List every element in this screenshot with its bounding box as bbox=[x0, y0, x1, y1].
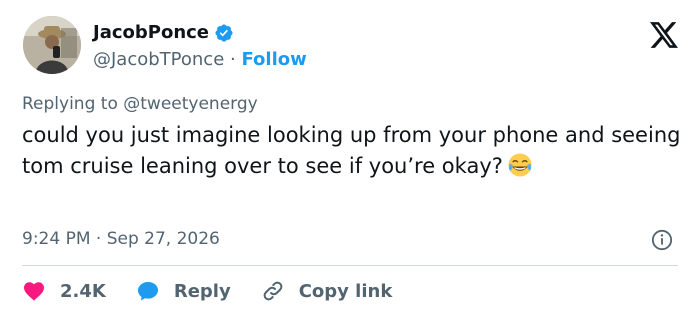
avatar[interactable] bbox=[23, 16, 81, 74]
avatar-photo bbox=[23, 16, 81, 74]
replying-to-line: Replying to @tweetyenergy bbox=[22, 94, 258, 114]
divider bbox=[22, 265, 678, 266]
tweet-date[interactable]: Sep 27, 2026 bbox=[107, 229, 220, 249]
handle-separator: · bbox=[230, 49, 236, 70]
action-bar: 2.4K Reply Copy link bbox=[22, 276, 422, 306]
author-handle-row: @JacobTPonce · Follow bbox=[93, 49, 307, 70]
face-with-tears-of-joy-icon bbox=[508, 153, 532, 177]
reply-bubble-icon bbox=[137, 282, 158, 301]
reply-label: Reply bbox=[173, 280, 231, 302]
reply-button[interactable]: Reply bbox=[136, 279, 231, 303]
info-icon[interactable] bbox=[651, 229, 673, 251]
replying-to-mention[interactable]: @tweetyenergy bbox=[123, 94, 257, 114]
replying-to-label: Replying to bbox=[22, 94, 118, 114]
follow-button[interactable]: Follow bbox=[241, 49, 306, 70]
heart-icon bbox=[24, 282, 44, 301]
verified-badge-icon bbox=[215, 23, 233, 42]
author-handle[interactable]: @JacobTPonce bbox=[93, 49, 224, 70]
meta-separator: · bbox=[95, 229, 102, 249]
copy-link-button[interactable]: Copy link bbox=[261, 279, 393, 303]
author-name-row[interactable]: JacobPonce bbox=[93, 22, 234, 43]
copy-link-label: Copy link bbox=[298, 280, 393, 302]
like-button[interactable]: 2.4K bbox=[22, 279, 106, 303]
tweet-time[interactable]: 9:24 PM bbox=[22, 229, 91, 249]
tweet-body: could you just imagine looking up from y… bbox=[22, 123, 681, 178]
tweet-timestamp[interactable]: 9:24 PM · Sep 27, 2026 bbox=[22, 229, 220, 249]
like-count: 2.4K bbox=[60, 280, 106, 302]
tweet-text: could you just imagine looking up from y… bbox=[22, 120, 682, 182]
x-logo-icon[interactable] bbox=[650, 22, 678, 48]
link-icon bbox=[263, 281, 283, 301]
author-display-name[interactable]: JacobPonce bbox=[93, 22, 209, 43]
